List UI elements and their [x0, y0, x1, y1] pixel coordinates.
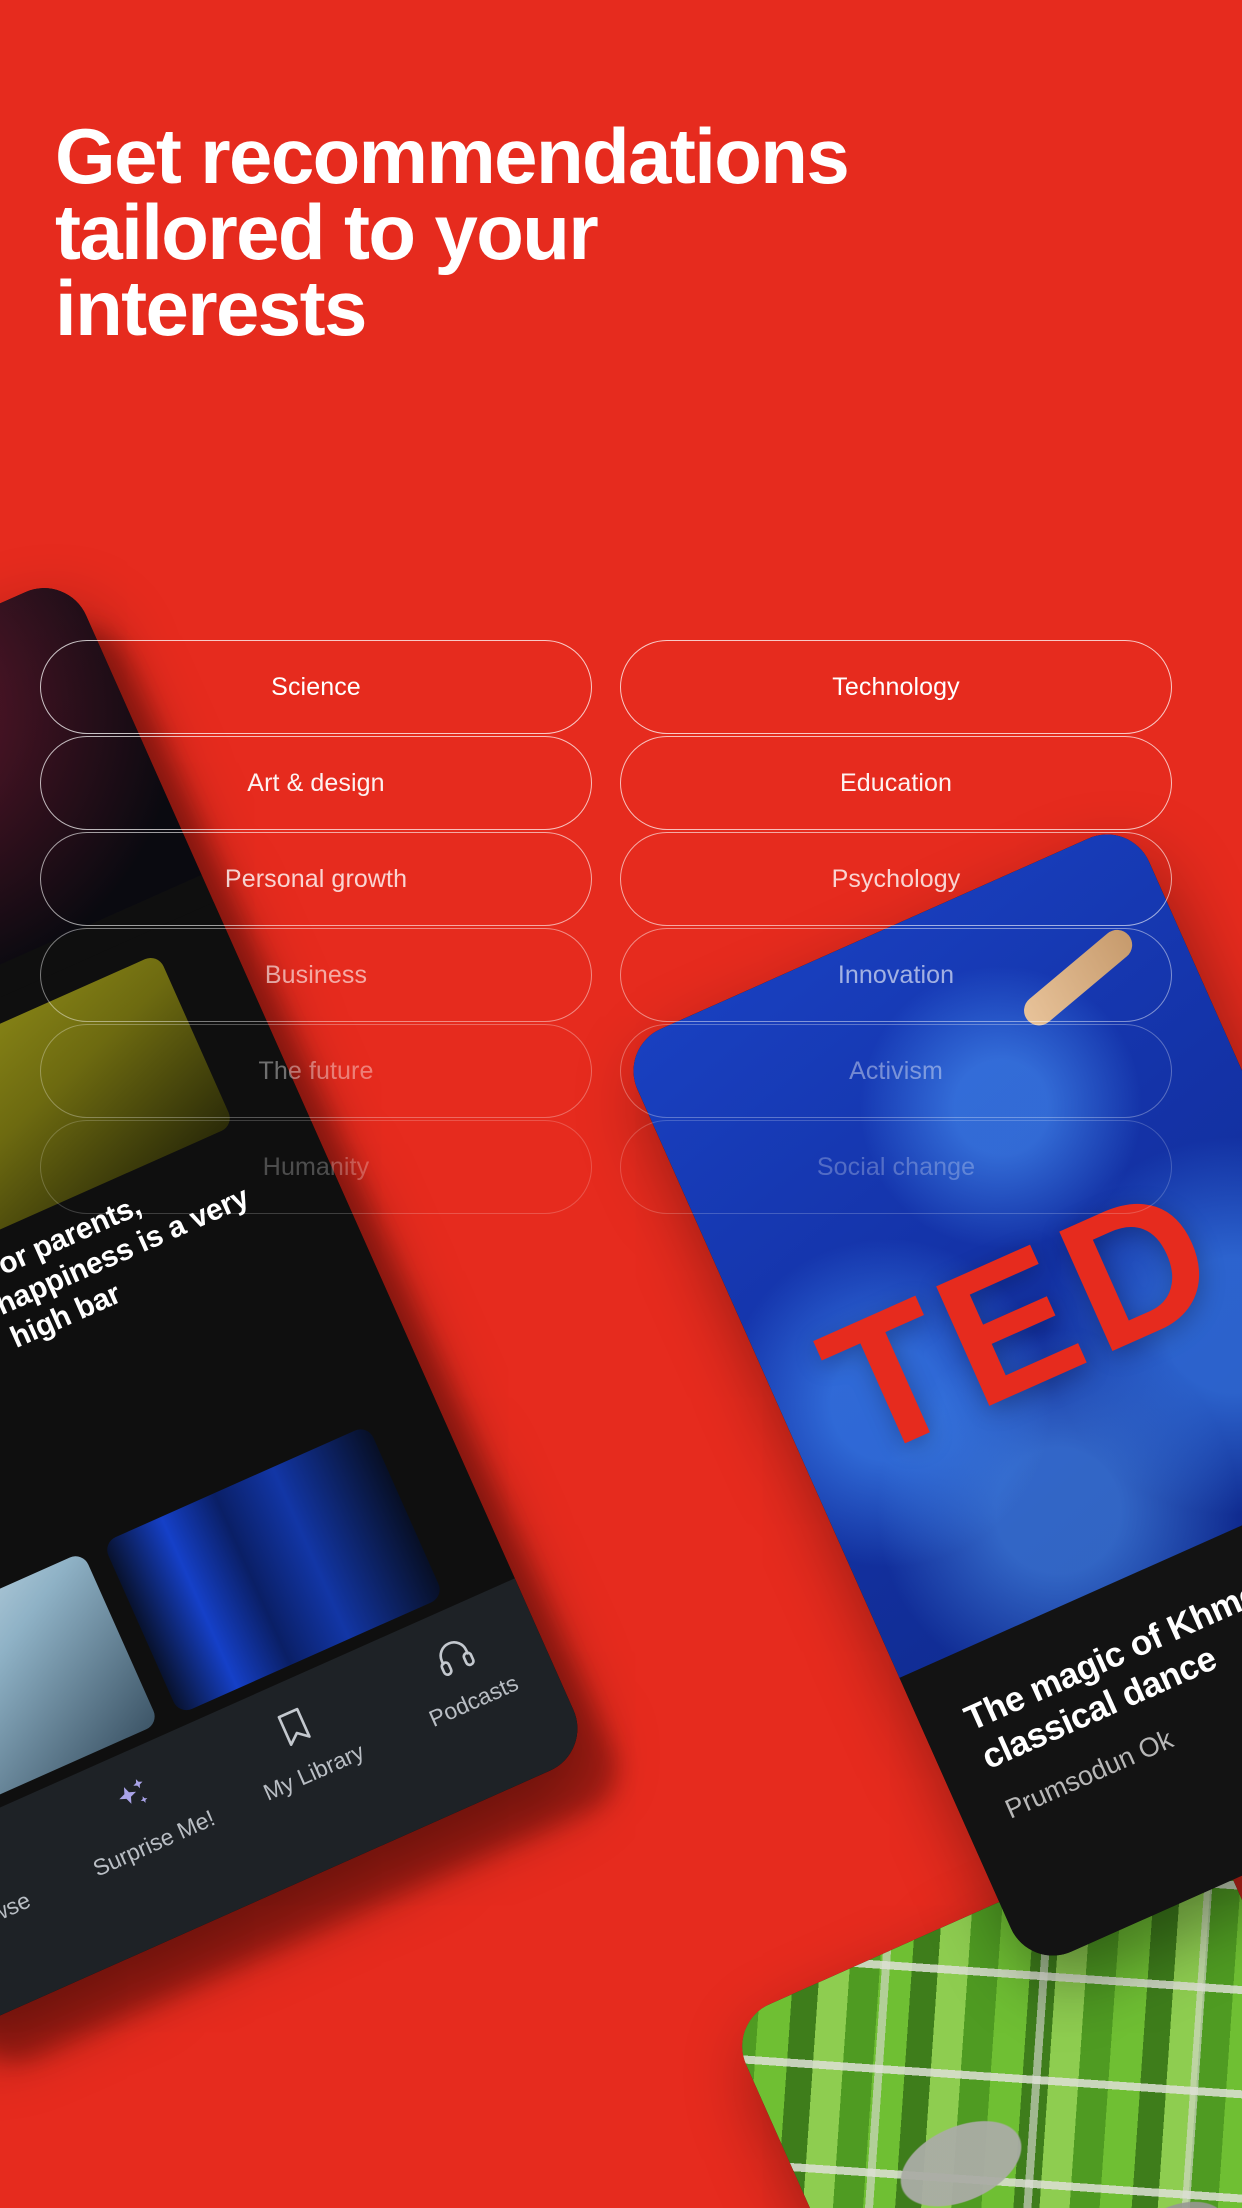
tab-label: Surprise Me! [88, 1804, 219, 1882]
tab-label: Browse [0, 1886, 35, 1942]
tab-my-library[interactable]: My Library [206, 1673, 400, 1820]
chip-label: Personal growth [224, 864, 408, 893]
onboarding-screen: Get recommendations tailored to your int… [0, 0, 1242, 2208]
chip-label: Innovation [837, 960, 955, 989]
tab-label: My Library [259, 1738, 368, 1806]
interest-chip-innovation[interactable]: Innovation [620, 928, 1172, 1022]
interest-chip-activism[interactable]: Activism [620, 1024, 1172, 1118]
bookmark-icon [267, 1701, 320, 1754]
chip-label: Education [839, 768, 953, 797]
chip-label: Activism [849, 1056, 943, 1085]
chip-label: Social change [816, 1152, 976, 1181]
interest-chip-business[interactable]: Business [40, 928, 592, 1022]
interest-chip-art-design[interactable]: Art & design [40, 736, 592, 830]
chip-label: Humanity [262, 1152, 370, 1181]
sparkle-icon [107, 1772, 160, 1825]
interest-chip-the-future[interactable]: The future [40, 1024, 592, 1118]
chip-label: Science [271, 672, 361, 701]
chip-label: Business [264, 960, 368, 989]
page-title: Get recommendations tailored to your int… [55, 112, 850, 353]
interest-chip-personal-growth[interactable]: Personal growth [40, 832, 592, 926]
chip-label: Technology [832, 672, 960, 701]
chip-label: Art & design [247, 768, 385, 797]
interest-chip-grid: Science Technology Art & design Educatio… [40, 640, 1172, 1214]
chip-label: Psychology [831, 864, 961, 893]
tab-label: Podcasts [425, 1669, 523, 1732]
tab-podcasts[interactable]: Podcasts [366, 1602, 560, 1749]
chip-label: The future [258, 1056, 374, 1085]
interest-chip-technology[interactable]: Technology [620, 640, 1172, 734]
headphones-icon [427, 1630, 480, 1683]
interest-chip-education[interactable]: Education [620, 736, 1172, 830]
tab-surprise-me[interactable]: Surprise Me! [46, 1744, 240, 1891]
interest-chip-humanity[interactable]: Humanity [40, 1120, 592, 1214]
interest-chip-social-change[interactable]: Social change [620, 1120, 1172, 1214]
interest-chip-psychology[interactable]: Psychology [620, 832, 1172, 926]
interest-chip-science[interactable]: Science [40, 640, 592, 734]
